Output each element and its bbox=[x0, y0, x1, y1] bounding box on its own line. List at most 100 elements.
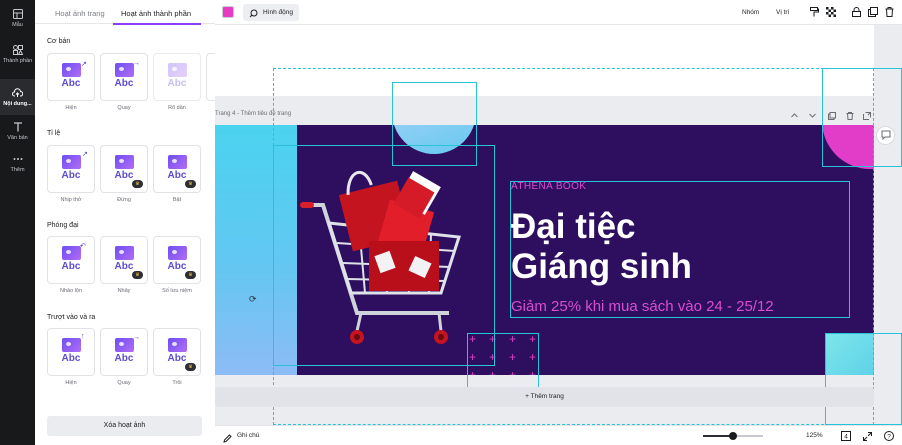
image-icon bbox=[168, 63, 187, 77]
transparency-icon[interactable] bbox=[825, 6, 836, 17]
rail-item-elements[interactable]: Thành phần bbox=[0, 36, 35, 72]
lock-icon[interactable] bbox=[851, 6, 862, 17]
tab-element-animation[interactable]: Hoạt ảnh thành phần bbox=[112, 0, 202, 25]
plus-mark: + bbox=[529, 350, 537, 364]
cyan-square-shape[interactable] bbox=[825, 333, 874, 375]
animation-card-breathe[interactable]: ↗ Abc bbox=[47, 145, 95, 193]
zoom-slider-handle[interactable] bbox=[729, 432, 737, 440]
animation-card-pop[interactable]: Abc ♛ bbox=[153, 145, 201, 193]
duplicate-page-icon[interactable] bbox=[827, 111, 836, 120]
group-button[interactable]: Nhóm bbox=[742, 0, 759, 25]
animate-icon bbox=[249, 8, 258, 18]
chevron-down-icon[interactable] bbox=[808, 111, 817, 120]
pink-circle-shape[interactable] bbox=[822, 125, 874, 169]
comment-plus-icon bbox=[881, 127, 891, 145]
upload-cloud-icon bbox=[12, 87, 24, 99]
plus-pattern[interactable]: + + + + + + + + + + + + bbox=[467, 333, 542, 375]
rotate-handle-icon[interactable]: ⟳ bbox=[249, 294, 257, 305]
paint-roller-icon[interactable] bbox=[809, 6, 820, 17]
previous-page[interactable] bbox=[215, 25, 874, 96]
rail-item-uploads[interactable]: Nội dung... bbox=[0, 79, 35, 115]
trash-icon[interactable] bbox=[884, 6, 895, 17]
color-swatch-button[interactable] bbox=[222, 6, 234, 18]
page-count: 4 bbox=[844, 434, 848, 441]
plus-mark: + bbox=[469, 332, 477, 346]
animation-label: Quay bbox=[117, 105, 131, 111]
blue-circle-shape[interactable] bbox=[392, 125, 476, 154]
card-preview-text: Abc bbox=[114, 78, 134, 89]
page-count-button[interactable]: 4 bbox=[841, 431, 851, 441]
add-page-button[interactable]: + Thêm trang bbox=[215, 387, 874, 407]
animation-card-partial[interactable] bbox=[206, 53, 215, 101]
image-icon bbox=[62, 338, 81, 352]
canvas-area: Trang 4 - Thêm tiêu đề trang ATHENA BOOK… bbox=[215, 25, 902, 425]
page-gap bbox=[215, 96, 874, 105]
page-title[interactable]: Trang 4 - Thêm tiêu đề trang bbox=[215, 111, 291, 117]
image-icon bbox=[168, 246, 187, 260]
comment-button[interactable] bbox=[876, 126, 895, 145]
arrow-right-icon: → bbox=[133, 60, 140, 67]
position-button[interactable]: Vị trí bbox=[776, 0, 789, 25]
animation-label: Số lưu niệm bbox=[162, 288, 192, 294]
plus-mark: + bbox=[529, 368, 537, 375]
chevron-up-icon[interactable] bbox=[790, 111, 799, 120]
shopping-cart-illustration[interactable] bbox=[299, 153, 465, 353]
cyan-gradient-shape[interactable] bbox=[215, 125, 297, 375]
plus-mark: + bbox=[469, 350, 477, 364]
duplicate-icon[interactable] bbox=[867, 6, 878, 17]
headline-line-1: Đại tiệc bbox=[511, 207, 636, 246]
rail-item-templates[interactable]: Mẫu bbox=[0, 0, 35, 36]
fullscreen-icon[interactable] bbox=[862, 431, 872, 441]
arrow-right-icon: → bbox=[133, 334, 140, 341]
rail-item-text[interactable]: Văn bản bbox=[0, 113, 35, 149]
more-icon bbox=[12, 153, 24, 165]
image-icon bbox=[115, 155, 134, 169]
animation-card-rise[interactable]: ↗ Abc bbox=[47, 53, 95, 101]
animation-card-stand[interactable]: Abc ♛ bbox=[100, 145, 148, 193]
left-rail: Mẫu Thành phần Nội dung... Văn bản Thêm bbox=[0, 0, 35, 445]
plus-mark: + bbox=[489, 350, 497, 364]
layout-icon bbox=[12, 8, 24, 20]
animation-card-slide-pan[interactable]: → Abc bbox=[100, 328, 148, 376]
add-page-icon[interactable] bbox=[862, 111, 871, 120]
animate-button[interactable]: Hình động bbox=[243, 4, 299, 21]
help-icon[interactable]: ? bbox=[884, 431, 894, 441]
rail-label: Nội dung... bbox=[3, 101, 32, 107]
delete-page-icon[interactable] bbox=[845, 111, 854, 120]
brand-text[interactable]: ATHENA BOOK bbox=[511, 181, 586, 192]
animation-card-pan[interactable]: → Abc bbox=[100, 53, 148, 101]
zoom-level[interactable]: 125% bbox=[806, 426, 823, 445]
animation-card-fade[interactable]: Abc bbox=[153, 53, 201, 101]
card-preview-text: Abc bbox=[61, 78, 81, 89]
plus-mark: + bbox=[469, 368, 477, 375]
image-icon bbox=[62, 246, 81, 260]
animation-card-jump[interactable]: Abc ♛ bbox=[100, 236, 148, 284]
panel-tabs: Hoạt ảnh trang Hoạt ảnh thành phần bbox=[35, 0, 215, 25]
headline-text[interactable]: Đại tiệc Giáng sinh bbox=[511, 207, 692, 287]
notes-button[interactable]: Ghi chú bbox=[223, 426, 259, 445]
image-icon bbox=[115, 338, 134, 352]
animation-card-scrapbook[interactable]: Abc ♛ bbox=[153, 236, 201, 284]
animation-card-slide-rise[interactable]: ↑ Abc bbox=[47, 328, 95, 376]
crown-icon: ♛ bbox=[185, 180, 196, 188]
animate-button-label: Hình động bbox=[263, 9, 293, 16]
plus-mark: + bbox=[509, 332, 517, 346]
design-page[interactable]: ATHENA BOOK Đại tiệc Giáng sinh Giảm 25%… bbox=[215, 125, 874, 375]
section-title-slide: Trượt vào và ra bbox=[47, 314, 96, 321]
zoom-slider[interactable] bbox=[703, 432, 763, 440]
animation-label: Hiện bbox=[65, 380, 77, 386]
rotate-icon: ↶ bbox=[80, 243, 86, 250]
expand-icon: ↗ bbox=[82, 151, 88, 158]
plus-mark: + bbox=[489, 332, 497, 346]
notes-icon bbox=[223, 432, 232, 443]
rail-item-more[interactable]: Thêm bbox=[0, 145, 35, 181]
notes-label: Ghi chú bbox=[237, 432, 260, 439]
promo-text[interactable]: Giảm 25% khi mua sách vào 24 - 25/12 bbox=[511, 298, 774, 315]
animation-card-tumble[interactable]: ↶ Abc bbox=[47, 236, 95, 284]
remove-animation-button[interactable]: Xóa hoạt ảnh bbox=[47, 416, 202, 436]
section-title-basic: Cơ bản bbox=[47, 38, 71, 45]
animation-card-drift[interactable]: Abc ♛ bbox=[153, 328, 201, 376]
tab-page-animation[interactable]: Hoạt ảnh trang bbox=[55, 0, 105, 24]
animation-label: Nhảy bbox=[117, 288, 131, 294]
section-title-zoom: Phóng đại bbox=[47, 222, 79, 229]
